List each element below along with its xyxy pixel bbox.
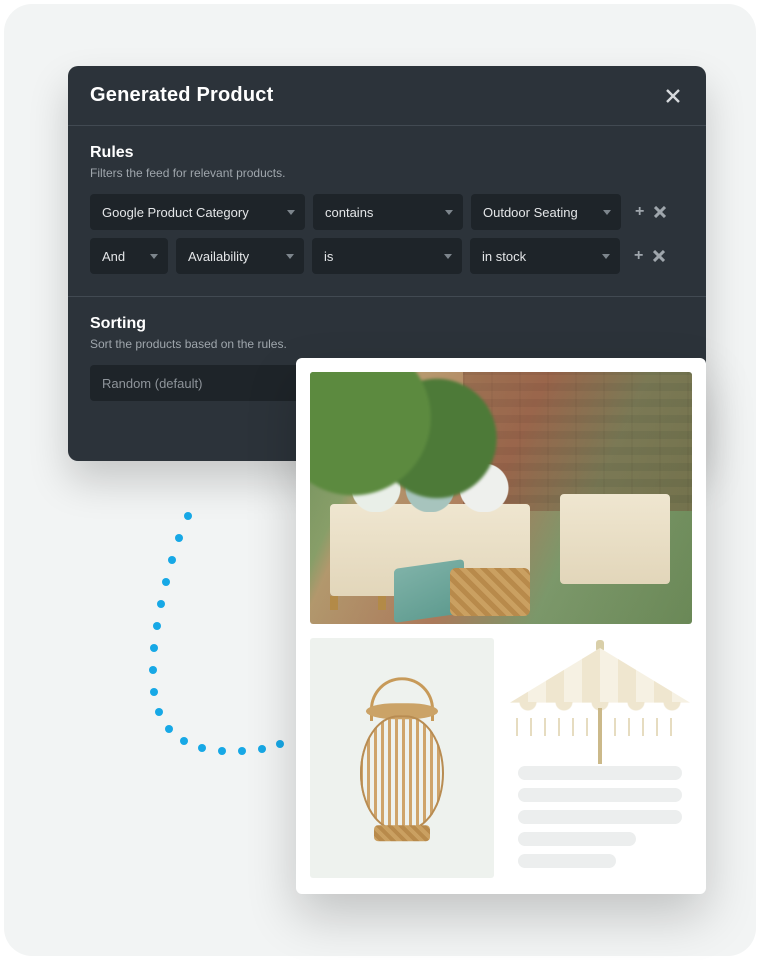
product-card-umbrella[interactable] — [508, 638, 692, 878]
product-preview-card — [296, 358, 706, 894]
close-button[interactable] — [662, 85, 684, 107]
chevron-down-icon — [287, 210, 295, 215]
product-skeleton — [518, 766, 682, 868]
rule-value-text: Outdoor Seating — [483, 205, 578, 220]
rule-row: Google Product Category contains Outdoor… — [90, 194, 684, 230]
chevron-down-icon — [603, 210, 611, 215]
chevron-down-icon — [286, 254, 294, 259]
rule-field-value: Availability — [188, 249, 249, 264]
hero-chair — [560, 494, 670, 584]
preview-grid — [310, 638, 692, 880]
sorting-title: Sorting — [90, 315, 684, 333]
add-rule-button[interactable] — [635, 204, 644, 220]
rule-row-actions — [634, 248, 665, 264]
sorting-description: Sort the products based on the rules. — [90, 337, 684, 351]
rules-section: Rules Filters the feed for relevant prod… — [68, 126, 706, 297]
rules-description: Filters the feed for relevant products. — [90, 166, 684, 180]
chevron-down-icon — [602, 254, 610, 259]
rule-connector-value: And — [102, 249, 125, 264]
rule-value-select[interactable]: in stock — [470, 238, 620, 274]
hero-umbrella — [334, 382, 454, 452]
add-rule-button[interactable] — [634, 248, 643, 264]
rule-value-select[interactable]: Outdoor Seating — [471, 194, 621, 230]
rule-row: And Availability is in stock — [90, 238, 684, 274]
chevron-down-icon — [445, 210, 453, 215]
rule-operator-value: is — [324, 249, 333, 264]
remove-rule-button[interactable] — [654, 206, 666, 218]
hero-basket — [450, 568, 530, 616]
rule-field-value: Google Product Category — [102, 205, 249, 220]
rule-row-actions — [635, 204, 666, 220]
rule-field-select[interactable]: Availability — [176, 238, 304, 274]
sorting-value: Random (default) — [102, 376, 202, 391]
preview-hero-image — [310, 372, 692, 624]
close-icon — [653, 250, 665, 262]
chevron-down-icon — [444, 254, 452, 259]
remove-rule-button[interactable] — [653, 250, 665, 262]
close-icon — [654, 206, 666, 218]
rule-operator-select[interactable]: is — [312, 238, 462, 274]
panel-header: Generated Product — [68, 66, 706, 126]
rule-operator-value: contains — [325, 205, 373, 220]
rules-title: Rules — [90, 144, 684, 162]
panel-title: Generated Product — [90, 84, 273, 107]
lantern-image — [352, 681, 452, 841]
product-card-lantern[interactable] — [310, 638, 494, 878]
rule-connector-select[interactable]: And — [90, 238, 168, 274]
rule-value-text: in stock — [482, 249, 526, 264]
umbrella-image — [510, 648, 690, 758]
chevron-down-icon — [150, 254, 158, 259]
close-icon — [665, 88, 681, 104]
rule-operator-select[interactable]: contains — [313, 194, 463, 230]
app-canvas: Generated Product Rules Filters the feed… — [4, 4, 756, 956]
rule-field-select[interactable]: Google Product Category — [90, 194, 305, 230]
